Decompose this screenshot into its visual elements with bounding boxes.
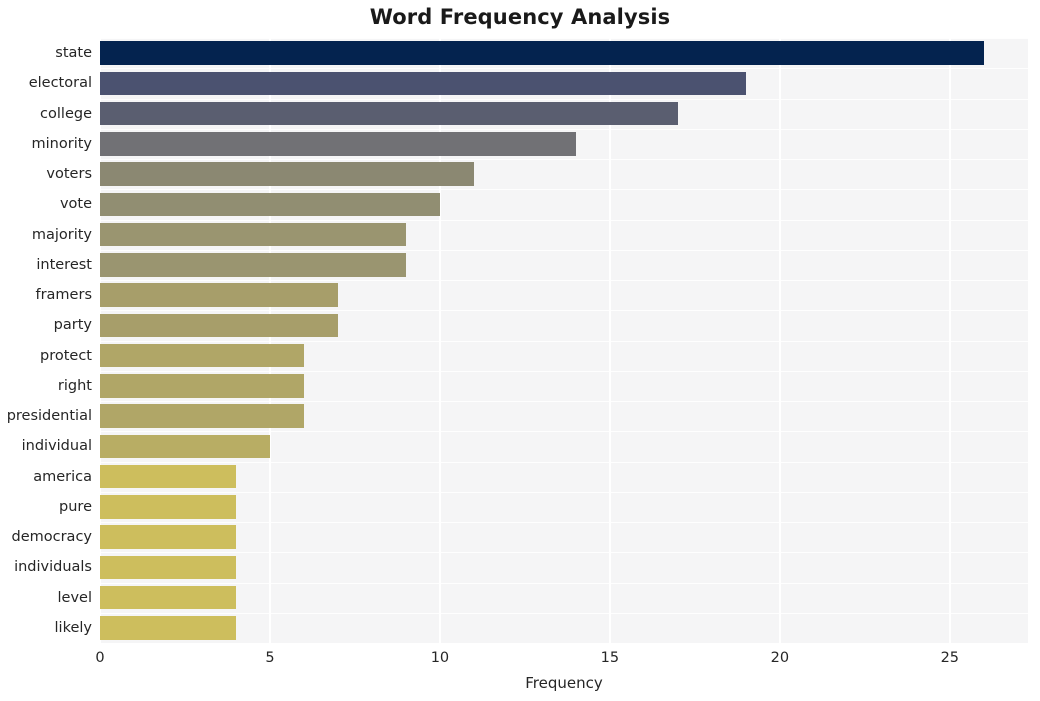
bar-row: [100, 283, 1028, 307]
y-tick-label-individuals: individuals: [14, 559, 92, 576]
bar-america: [100, 464, 236, 489]
gridline-y: [100, 128, 1028, 130]
x-axis-label: Frequency: [525, 674, 603, 692]
bar-framers: [100, 283, 338, 307]
bar-college: [100, 101, 678, 126]
x-axis-tick-labels: 0 5 10 15 20 25: [95, 643, 1028, 673]
bar-row: [100, 41, 1028, 65]
bar-individuals: [100, 555, 236, 580]
gridline-y: [100, 552, 1028, 554]
bar-row: [100, 525, 1028, 549]
x-tick-label-25: 25: [940, 650, 960, 666]
bar-row: [100, 495, 1028, 519]
y-tick-label-electoral: electoral: [28, 75, 92, 92]
bar-minority: [100, 132, 576, 156]
y-tick-label-america: america: [33, 468, 92, 485]
x-tick-label-10: 10: [430, 650, 450, 666]
bar-electoral: [100, 71, 746, 96]
x-tick-label-20: 20: [770, 650, 790, 666]
gridline-y: [100, 491, 1028, 493]
y-tick-label-presidential: presidential: [6, 408, 92, 425]
y-tick-label-democracy: democracy: [11, 529, 93, 546]
gridline-y: [100, 582, 1028, 584]
bar-presidential: [100, 404, 304, 428]
bar-individual: [100, 434, 270, 459]
bar-voters: [100, 162, 474, 186]
bar-protect: [100, 343, 304, 368]
bar-row: [100, 192, 1028, 217]
bar-row: [100, 404, 1028, 428]
x-tick-label-15: 15: [600, 650, 620, 666]
bar-row: [100, 313, 1028, 338]
y-tick-label-protect: protect: [40, 347, 92, 364]
bar-row: [100, 343, 1028, 368]
y-tick-label-individual: individual: [21, 438, 92, 455]
bar-row: [100, 434, 1028, 459]
gridline-y: [100, 310, 1028, 312]
y-tick-label-vote: vote: [59, 196, 92, 213]
bar-row: [100, 585, 1028, 610]
bar-vote: [100, 192, 440, 217]
bar-right: [100, 374, 304, 398]
bar-pure: [100, 495, 236, 519]
y-tick-label-pure: pure: [59, 498, 92, 515]
y-tick-label-state: state: [55, 45, 92, 62]
bar-row: [100, 616, 1028, 640]
bar-row: [100, 555, 1028, 580]
gridline-y: [100, 219, 1028, 221]
gridline-y: [100, 401, 1028, 403]
gridline-y: [100, 370, 1028, 372]
gridline-y: [100, 38, 1028, 40]
bar-row: [100, 222, 1028, 247]
bar-row: [100, 374, 1028, 398]
gridline-y: [100, 68, 1028, 70]
y-tick-label-framers: framers: [35, 287, 92, 304]
y-tick-label-likely: likely: [54, 619, 92, 636]
y-tick-label-interest: interest: [36, 256, 92, 273]
bar-row: [100, 101, 1028, 126]
y-tick-label-level: level: [57, 589, 92, 606]
gridline-y: [100, 612, 1028, 614]
bar-row: [100, 132, 1028, 156]
bar-likely: [100, 616, 236, 640]
y-tick-label-party: party: [53, 317, 92, 334]
y-tick-label-majority: majority: [31, 226, 92, 243]
gridline-y: [100, 522, 1028, 524]
bar-majority: [100, 222, 406, 247]
bar-interest: [100, 253, 406, 277]
gridline-y: [100, 280, 1028, 282]
gridline-y: [100, 461, 1028, 463]
bar-row: [100, 464, 1028, 489]
x-tick-label-5: 5: [265, 650, 275, 666]
gridline-y: [100, 431, 1028, 433]
y-axis-tick-labels: state electoral college minority voters vote m…: [0, 38, 92, 643]
bar-party: [100, 313, 338, 338]
gridline-y: [100, 159, 1028, 161]
gridline-y: [100, 340, 1028, 342]
bar-state: [100, 41, 984, 65]
gridline-y: [100, 249, 1028, 251]
bar-row: [100, 71, 1028, 96]
y-tick-label-college: college: [40, 105, 92, 122]
y-tick-label-voters: voters: [46, 166, 92, 183]
gridline-y: [100, 98, 1028, 100]
gridline-y: [100, 189, 1028, 191]
y-tick-label-right: right: [57, 377, 92, 394]
bar-level: [100, 585, 236, 610]
bar-row: [100, 253, 1028, 277]
chart-title: Word Frequency Analysis: [369, 5, 671, 29]
x-tick-label-0: 0: [95, 650, 105, 666]
bar-row: [100, 162, 1028, 186]
word-frequency-chart: Word Frequency Analysis state electoral co…: [0, 0, 1040, 701]
bar-democracy: [100, 525, 236, 549]
y-tick-label-minority: minority: [31, 135, 92, 152]
plot-area: [100, 38, 1028, 643]
